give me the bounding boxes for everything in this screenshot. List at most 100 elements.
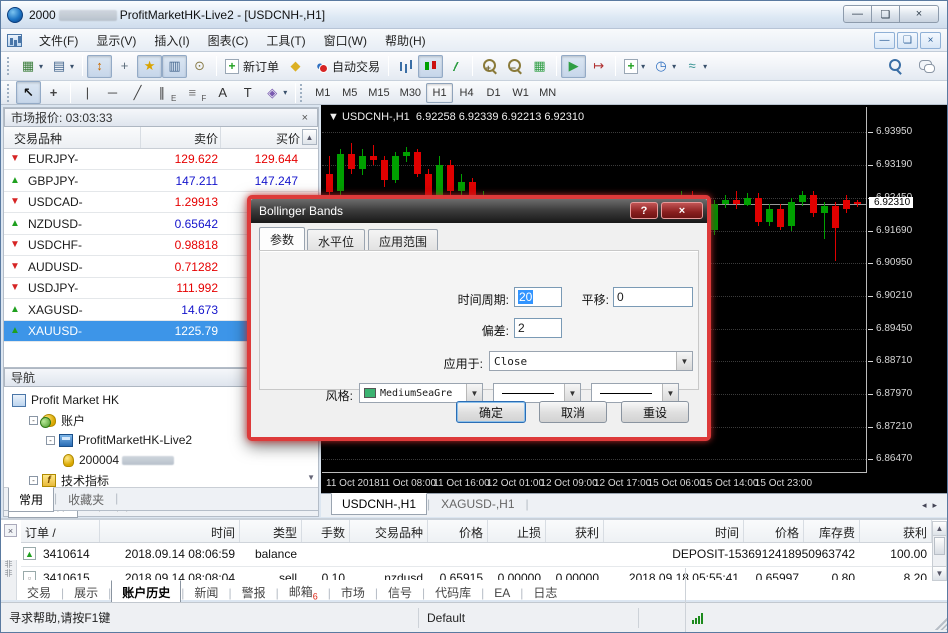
periods-button[interactable]: ◷▾ (649, 55, 680, 78)
tree-item-platform[interactable]: Profit Market HK (12, 390, 119, 410)
text-label-button[interactable]: T (235, 81, 260, 104)
mdi-minimize-button[interactable]: — (874, 32, 895, 49)
chart-candles-button[interactable] (418, 55, 443, 78)
apply-to-select[interactable]: Close ▼ (489, 351, 693, 371)
terminal-toggle-button[interactable]: ▥ (162, 55, 187, 78)
scroll-down-icon[interactable]: ▼ (933, 566, 946, 580)
terminal-col-3[interactable]: 手数 (305, 524, 345, 541)
timeframe-m5-button[interactable]: M5 (336, 83, 363, 103)
timeframe-h1-button[interactable]: H1 (426, 83, 453, 103)
fibonacci-button[interactable]: ≡F (180, 81, 210, 104)
terminal-row[interactable]: ▲34106142018.09.14 08:06:59balanceDEPOSI… (21, 543, 933, 567)
market-watch-col-0[interactable]: 交易品种 (14, 130, 134, 147)
hline-button[interactable]: ─ (100, 81, 125, 104)
terminal-col-0[interactable]: 订单 / (25, 524, 95, 541)
mdi-close-button[interactable]: × (920, 32, 941, 49)
terminal-tab-10[interactable]: 日志 (523, 581, 567, 604)
terminal-tab-9[interactable]: EA (484, 583, 520, 603)
terminal-col-7[interactable]: 获利 (549, 524, 599, 541)
dialog-button-1[interactable]: 取消 (539, 401, 607, 423)
timeframe-h4-button[interactable]: H4 (453, 83, 480, 103)
dialog-help-button[interactable]: ? (630, 202, 658, 219)
docked-panel-grip[interactable]: 非非 (1, 560, 17, 600)
close-button[interactable]: × (899, 5, 939, 23)
terminal-col-2[interactable]: 类型 (243, 524, 297, 541)
dialog-button-2[interactable]: 重设 (621, 401, 689, 423)
dialog-button-0[interactable]: 确定 (456, 401, 526, 423)
auto-trading-button[interactable]: ●自动交易 (308, 55, 384, 78)
trendline-button[interactable]: ╱ (125, 81, 150, 104)
terminal-tab-7[interactable]: 信号 (378, 581, 422, 604)
chart-time-scale[interactable]: 11 Oct 201811 Oct 08:0011 Oct 16:0012 Oc… (322, 474, 948, 494)
navigator-toggle-button[interactable]: ★ (137, 55, 162, 78)
tree-toggle-icon[interactable]: - (29, 476, 38, 485)
arrows-button[interactable]: ◈▾ (260, 81, 291, 104)
chart-tab-scroll-icons[interactable]: ◂▸ (922, 500, 943, 511)
scroll-up-icon[interactable]: ▲ (302, 129, 317, 145)
indicators-button[interactable]: +▾ (620, 55, 649, 78)
market-watch-col-2[interactable]: 买价 (222, 130, 300, 147)
scroll-up-icon[interactable]: ▲ (933, 522, 946, 536)
chart-window-icon[interactable] (7, 34, 22, 47)
tree-item-server[interactable]: -ProfitMarketHK-Live2 (46, 430, 192, 450)
market-watch-close-icon[interactable]: × (299, 112, 311, 124)
terminal-col-8[interactable]: 时间 (607, 524, 739, 541)
tile-windows-button[interactable]: ▦ (527, 55, 552, 78)
terminal-tab-6[interactable]: 市场 (331, 581, 375, 604)
terminal-col-9[interactable]: 价格 (747, 524, 799, 541)
chart-tab-0[interactable]: USDCNH-,H1 (331, 493, 427, 515)
terminal-row[interactable]: ▫34106152018.09.14 08:08:04sell0.10nzdus… (21, 567, 933, 580)
chart-bars-button[interactable] (393, 55, 418, 78)
menu-item-文件F[interactable]: 文件(F) (30, 31, 87, 51)
zoom-in-button[interactable]: + (477, 55, 502, 78)
toolbar-grip[interactable] (7, 57, 12, 75)
strategy-tester-button[interactable]: ⊙ (187, 55, 212, 78)
text-button[interactable]: A (210, 81, 235, 104)
scroll-thumb[interactable] (934, 537, 945, 555)
dialog-tab-2[interactable]: 应用范围 (368, 229, 438, 250)
shift-input[interactable]: 0 (613, 287, 693, 307)
menu-item-显示V[interactable]: 显示(V) (87, 31, 145, 51)
terminal-col-4[interactable]: 交易品种 (353, 524, 423, 541)
market-watch-toggle-button[interactable]: ↕ (87, 55, 112, 78)
data-window-button[interactable]: + (112, 55, 137, 78)
dialog-close-button[interactable]: × (661, 202, 703, 219)
menu-item-窗口W[interactable]: 窗口(W) (315, 31, 376, 51)
terminal-tab-1[interactable]: 展示 (64, 581, 108, 604)
menu-item-帮助H[interactable]: 帮助(H) (376, 31, 435, 51)
toolbar-grip[interactable] (7, 84, 12, 102)
cursor-button[interactable]: ↖ (16, 81, 41, 104)
terminal-col-1[interactable]: 时间 (103, 524, 235, 541)
crosshair-button[interactable]: + (41, 81, 66, 104)
navigator-tab-1[interactable]: 收藏夹 (57, 488, 115, 512)
terminal-col-6[interactable]: 止损 (491, 524, 541, 541)
terminal-tab-4[interactable]: 警报 (232, 581, 276, 604)
deviation-input[interactable]: 2 (514, 318, 562, 338)
timeframe-w1-button[interactable]: W1 (507, 83, 534, 103)
mdi-restore-button[interactable]: ❏ (897, 32, 918, 49)
metaeditor-button[interactable]: ◆ (283, 55, 308, 78)
terminal-tab-0[interactable]: 交易 (17, 581, 61, 604)
zoom-out-button[interactable]: − (502, 55, 527, 78)
style-color-select[interactable]: MediumSeaGre ▼ (359, 383, 483, 403)
navigator-tab-0[interactable]: 常用 (8, 487, 54, 512)
tree-toggle-icon[interactable]: - (29, 416, 38, 425)
dialog-tab-0[interactable]: 参数 (259, 227, 305, 250)
search-button[interactable] (883, 54, 908, 77)
timeframe-mn-button[interactable]: MN (534, 83, 561, 103)
tree-item-account[interactable]: 200004 (63, 450, 177, 470)
restore-button[interactable]: ❏ (871, 5, 900, 23)
tree-item-accounts[interactable]: -账户 (29, 410, 85, 430)
terminal-scrollbar[interactable]: ▲ ▼ (932, 521, 947, 581)
toolbar-grip[interactable] (300, 84, 305, 102)
market-watch-col-1[interactable]: 卖价 (142, 130, 218, 147)
tree-toggle-icon[interactable]: - (46, 436, 55, 445)
timeframe-d1-button[interactable]: D1 (480, 83, 507, 103)
timeframe-m1-button[interactable]: M1 (309, 83, 336, 103)
terminal-tab-8[interactable]: 代码库 (425, 581, 481, 604)
resize-grip[interactable] (935, 617, 948, 630)
market-watch-row-EURJPY[interactable]: ▼EURJPY-129.622129.644 (4, 149, 318, 170)
new-chart-button[interactable]: ▦▾ (16, 55, 47, 78)
terminal-close-icon[interactable]: × (4, 524, 17, 537)
terminal-tab-3[interactable]: 新闻 (184, 581, 228, 604)
